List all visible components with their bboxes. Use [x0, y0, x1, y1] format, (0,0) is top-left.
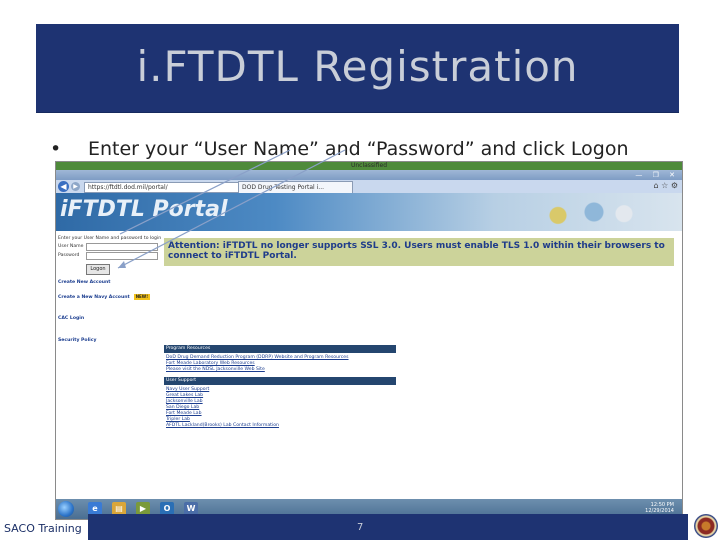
login-panel: Enter your User Name and password to log…: [56, 234, 163, 474]
logon-button[interactable]: Logon: [86, 264, 110, 275]
password-input[interactable]: [86, 252, 158, 260]
user-name-input[interactable]: [86, 243, 158, 251]
portal-header: iFTDTL Portal: [56, 193, 682, 231]
start-button-icon[interactable]: [58, 501, 74, 517]
new-navy-account-label: Create a New Navy Account: [58, 295, 130, 300]
browser-address-row: ◀ ▶ https://ftdtl.dod.mil/portal/ DOD Dr…: [56, 180, 682, 194]
footer-bar: [88, 514, 688, 540]
address-bar[interactable]: https://ftdtl.dod.mil/portal/: [84, 182, 239, 193]
link-great-lakes-lab[interactable]: Great Lakes Lab: [166, 393, 203, 398]
forward-arrow-icon[interactable]: ▶: [71, 182, 80, 191]
browser-toolbar-icons[interactable]: ⌂ ☆ ⚙: [653, 181, 678, 190]
link-navy-user-support[interactable]: Navy User Support: [166, 387, 209, 392]
section-heading-user-support: User Support: [164, 377, 396, 385]
cac-login-link[interactable]: CAC Login: [58, 316, 84, 322]
window-controls-icon[interactable]: — ❐ ✕: [635, 171, 679, 179]
slide-title-box: i.FTDTL Registration: [36, 24, 679, 113]
new-badge: NEW!: [133, 294, 151, 300]
instruction-text: Enter your “User Name” and “Password” an…: [88, 138, 629, 160]
login-prompt: Enter your User Name and password to log…: [58, 236, 162, 241]
bullet-icon: •: [50, 138, 62, 160]
taskbar-clock: 12:50 PM 12/29/2014: [645, 502, 674, 514]
link-fort-meade-web[interactable]: Fort Meade Laboratory Web Resources: [166, 361, 255, 366]
password-label: Password: [58, 253, 80, 258]
back-arrow-icon[interactable]: ◀: [58, 181, 69, 192]
instruction-bullet: • Enter your “User Name” and “Password” a…: [50, 138, 628, 160]
slide-title: i.FTDTL Registration: [136, 42, 579, 91]
new-navy-account-link[interactable]: Create a New Navy Account NEW!: [58, 294, 151, 301]
classification-banner: Unclassified: [56, 162, 682, 170]
page-number: 7: [357, 522, 364, 533]
dod-seal-icon: [694, 514, 718, 538]
link-afdtl-lab[interactable]: AFDTL Lackland(Brooks) Lab Contact Infor…: [166, 423, 279, 428]
lab-bottles-image: [522, 195, 642, 229]
create-account-link[interactable]: Create New Account: [58, 280, 110, 286]
user-name-label: User Name: [58, 244, 84, 249]
attention-notice: Attention: iFTDTL no longer supports SSL…: [164, 238, 674, 266]
link-san-diego-lab[interactable]: San Diego Lab: [166, 405, 199, 410]
browser-screenshot: Unclassified — ❐ ✕ ◀ ▶ https://ftdtl.dod…: [55, 161, 683, 520]
link-fort-meade-lab[interactable]: Fort Meade Lab: [166, 411, 202, 416]
attention-text: Attention: iFTDTL no longer supports SSL…: [168, 241, 665, 261]
link-jacksonville-lab[interactable]: Jacksonville Lab: [166, 399, 203, 404]
footer-left-text: SACO Training: [4, 522, 82, 535]
section-heading-program-resources: Program Resources: [164, 345, 396, 353]
portal-main-content: Attention: iFTDTL no longer supports SSL…: [164, 234, 674, 474]
window-titlebar: — ❐ ✕: [56, 170, 682, 180]
link-ndsl-jacksonville[interactable]: Please visit the NDSL Jacksonville Web S…: [166, 367, 265, 372]
link-ddrp[interactable]: DoD Drug Demand Reduction Program (DDRP)…: [166, 355, 349, 360]
security-policy-link[interactable]: Security Policy: [58, 338, 96, 344]
link-tripler-lab[interactable]: Tripler Lab: [166, 417, 190, 422]
portal-title: iFTDTL Portal: [60, 197, 228, 222]
